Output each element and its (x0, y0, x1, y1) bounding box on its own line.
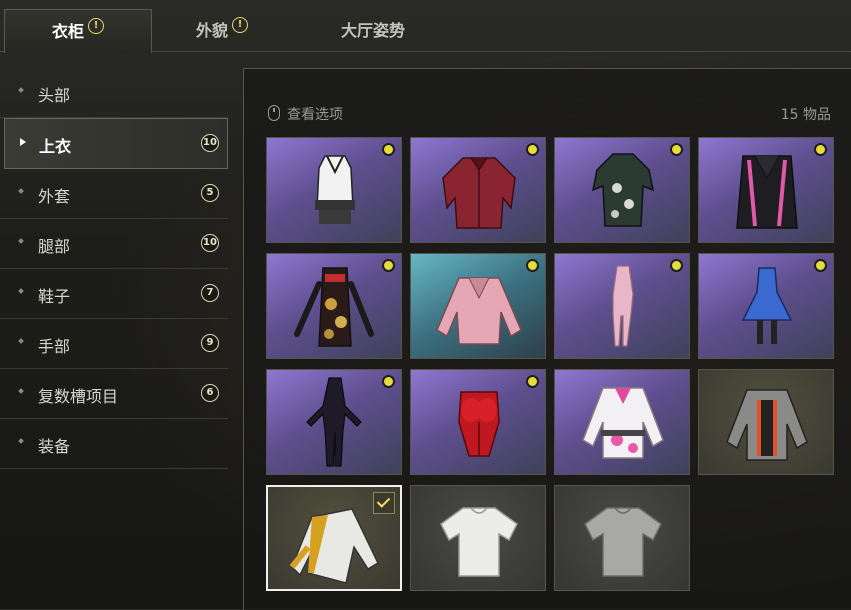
new-item-dot-icon (814, 143, 827, 156)
sidebar-item-tops[interactable]: 上衣 10 (4, 118, 228, 169)
new-item-dot-icon (670, 259, 683, 272)
mouse-icon (268, 105, 280, 121)
gray-tshirt-icon (584, 507, 662, 577)
item-card[interactable] (698, 253, 834, 359)
item-card[interactable] (410, 137, 546, 243)
item-card[interactable] (266, 369, 402, 475)
new-item-dot-icon (382, 143, 395, 156)
tab-appearance[interactable]: 外貌! (152, 9, 292, 52)
red-plaid-shirt-icon (442, 157, 516, 229)
sidebar-item-outerwear[interactable]: 外套 5 (0, 169, 228, 219)
count-badge: 6 (201, 384, 219, 402)
count-badge: 10 (201, 134, 219, 152)
category-sidebar: 头部 上衣 10 外套 5 腿部 10 鞋子 7 手部 9 复数槽项目 6 装备 (0, 68, 228, 469)
item-card[interactable] (554, 253, 690, 359)
sidebar-item-label: 装备 (38, 437, 71, 456)
bullet-icon (18, 338, 24, 344)
view-options-button[interactable]: 查看选项 (268, 104, 343, 124)
bullet-icon (18, 438, 24, 444)
sidebar-item-label: 上衣 (39, 137, 72, 156)
sidebar-item-shoes[interactable]: 鞋子 7 (0, 269, 228, 319)
white-vest-top-icon (315, 155, 355, 224)
alert-icon: ! (88, 18, 104, 34)
count-badge: 9 (201, 334, 219, 352)
item-card[interactable] (698, 369, 834, 475)
tab-appearance-label: 外貌 (195, 21, 228, 40)
bullet-icon (18, 188, 24, 194)
sidebar-item-label: 鞋子 (38, 287, 71, 306)
sidebar-item-label: 腿部 (38, 237, 71, 256)
sidebar-item-equipment[interactable]: 装备 (0, 419, 228, 469)
view-options-label: 查看选项 (287, 107, 343, 123)
bullet-icon (18, 288, 24, 294)
tab-wardrobe-label: 衣柜 (51, 22, 84, 41)
red-corset-icon (458, 391, 500, 457)
blue-dress-icon (741, 267, 793, 344)
new-item-dot-icon (526, 259, 539, 272)
item-card[interactable] (554, 137, 690, 243)
item-card[interactable] (554, 369, 690, 475)
bullet-icon (18, 87, 24, 93)
tab-lobby-pose[interactable]: 大厅姿势 (300, 9, 446, 52)
tab-wardrobe[interactable]: 衣柜! (4, 9, 152, 53)
item-count: 15 物品 (780, 107, 831, 123)
new-item-dot-icon (526, 143, 539, 156)
new-item-dot-icon (382, 259, 395, 272)
item-card[interactable] (554, 485, 690, 591)
new-item-dot-icon (814, 259, 827, 272)
sidebar-item-multi-slot[interactable]: 复数槽项目 6 (0, 369, 228, 419)
white-pink-jacket-icon (582, 387, 664, 459)
floral-gloved-dress-icon (294, 267, 374, 347)
sidebar-item-label: 手部 (38, 337, 71, 356)
top-tab-bar: 衣柜! 外貌! 大厅姿势 (0, 0, 851, 53)
item-card[interactable] (410, 369, 546, 475)
new-item-dot-icon (382, 375, 395, 388)
equipped-check-icon (373, 492, 395, 514)
item-card[interactable] (698, 137, 834, 243)
item-card[interactable] (410, 253, 546, 359)
black-pink-vest-icon (736, 155, 798, 229)
count-badge: 5 (201, 184, 219, 202)
alert-icon: ! (232, 17, 248, 33)
bullet-icon (18, 388, 24, 394)
count-badge: 10 (201, 234, 219, 252)
arrow-right-icon (20, 138, 26, 146)
black-bodysuit-icon (306, 377, 362, 467)
gray-orange-jacket-icon (726, 389, 808, 461)
item-card-equipped[interactable] (266, 485, 402, 591)
count-badge: 7 (201, 284, 219, 302)
pink-leather-jacket-icon (436, 277, 522, 345)
item-card[interactable] (410, 485, 546, 591)
item-card[interactable] (266, 253, 402, 359)
white-tshirt-icon (440, 507, 518, 577)
sidebar-item-label: 复数槽项目 (38, 387, 119, 406)
sidebar-item-legs[interactable]: 腿部 10 (0, 219, 228, 269)
divider (0, 51, 4, 52)
floral-qipao-dress-icon (591, 153, 655, 227)
new-item-dot-icon (526, 375, 539, 388)
sidebar-item-label: 外套 (38, 187, 71, 206)
tab-lobby-pose-label: 大厅姿势 (340, 21, 405, 40)
sidebar-item-hands[interactable]: 手部 9 (0, 319, 228, 369)
divider (151, 51, 851, 52)
sidebar-item-label: 头部 (38, 86, 71, 105)
sidebar-item-head[interactable]: 头部 (0, 68, 228, 118)
item-card[interactable] (266, 137, 402, 243)
pink-bodysuit-icon (612, 265, 634, 347)
bullet-icon (18, 238, 24, 244)
new-item-dot-icon (670, 143, 683, 156)
